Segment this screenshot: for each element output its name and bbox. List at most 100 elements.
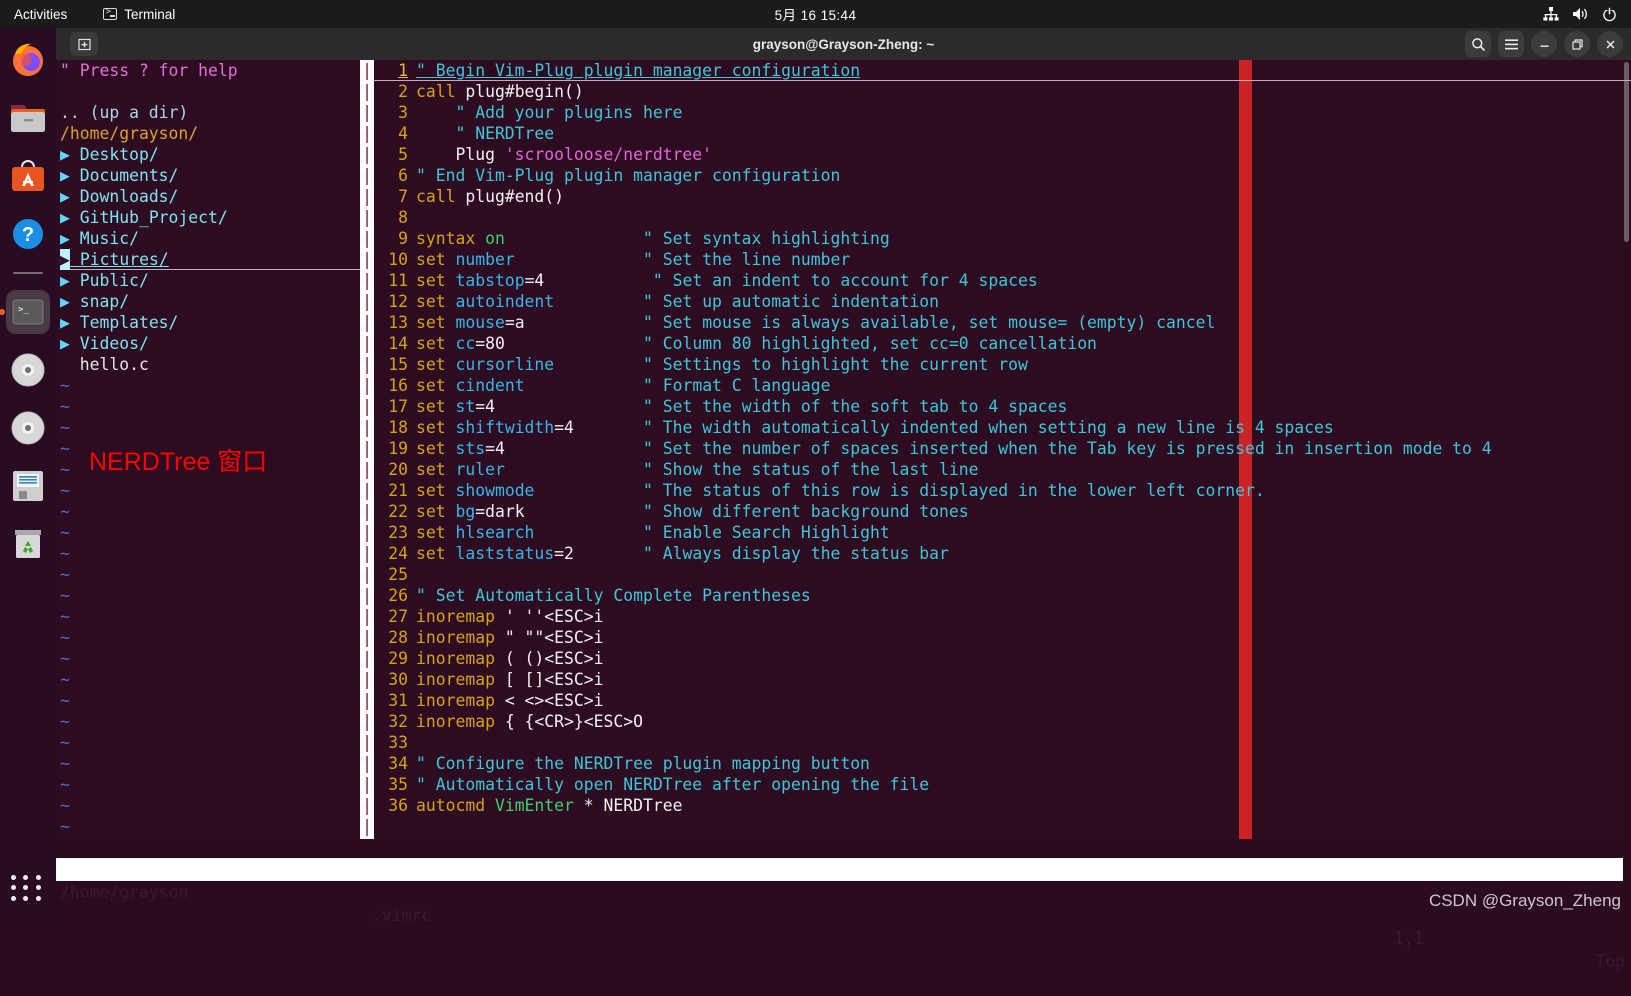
code-line[interactable]: 11 set tabstop=4 " Set an indent to accou… — [374, 270, 1631, 291]
nerdtree-filler-lines: ~ ~ ~ ~ ~ ~ ~ ~ ~ ~ ~ ~ ~ ~ ~ ~ ~ ~ ~ ~ ~ ~ — [60, 375, 360, 837]
clock[interactable]: 5月 16 15:44 — [0, 4, 1631, 24]
code-token: " NERDTree — [416, 124, 555, 143]
nerdtree-root-path[interactable]: /home/grayson/ — [60, 123, 360, 144]
search-button[interactable] — [1465, 31, 1491, 57]
nerdtree-entry[interactable]: ▶ Music/ — [60, 228, 360, 249]
code-line[interactable]: 5 Plug 'scrooloose/nerdtree' — [374, 144, 1631, 165]
code-line[interactable]: 21 set showmode " The status of this row … — [374, 480, 1631, 501]
code-line[interactable]: 15 set cursorline " Settings to highlight… — [374, 354, 1631, 375]
code-line[interactable]: 31 inoremap < <><ESC>i — [374, 690, 1631, 711]
code-line[interactable]: 34 " Configure the NERDTree plugin mappin… — [374, 753, 1631, 774]
dock-item-disc-2[interactable] — [6, 406, 50, 450]
code-line[interactable]: 18 set shiftwidth=4 " The width automatic… — [374, 417, 1631, 438]
code-line[interactable]: 12 set autoindent " Set up automatic inde… — [374, 291, 1631, 312]
nerdtree-entry[interactable]: ▶ Videos/ — [60, 333, 360, 354]
code-line[interactable]: 13 set mouse=a " Set mouse is always avai… — [374, 312, 1631, 333]
code-line[interactable]: 20 set ruler " Show the status of the las… — [374, 459, 1631, 480]
dock-item-disk-image[interactable] — [6, 464, 50, 508]
code-line[interactable]: 17 set st=4 " Set the width of the soft t… — [374, 396, 1631, 417]
system-status-area[interactable] — [1543, 7, 1617, 22]
code-line[interactable]: 8 — [374, 207, 1631, 228]
power-icon[interactable] — [1602, 7, 1617, 22]
code-line[interactable]: 29 inoremap ( ()<ESC>i — [374, 648, 1631, 669]
activities-button[interactable]: Activities — [14, 7, 67, 22]
nerdtree-expand-arrow-icon[interactable]: ▶ — [60, 313, 70, 332]
code-line[interactable]: 33 — [374, 732, 1631, 753]
app-menu-terminal[interactable]: Terminal — [103, 7, 175, 22]
code-line[interactable]: 3 " Add your plugins here — [374, 102, 1631, 123]
code-line[interactable]: 19 set sts=4 " Set the number of spaces i… — [374, 438, 1631, 459]
code-line[interactable]: 28 inoremap " ""<ESC>i — [374, 627, 1631, 648]
menu-button[interactable] — [1498, 31, 1524, 57]
nerdtree-expand-arrow-icon[interactable]: ▶ — [60, 292, 70, 311]
code-line[interactable]: 22 set bg=dark " Show different backgroun… — [374, 501, 1631, 522]
nerdtree-entry[interactable]: ▶ snap/ — [60, 291, 360, 312]
code-line[interactable]: 35 " Automatically open NERDTree after op… — [374, 774, 1631, 795]
split-glyph: | — [362, 481, 372, 500]
dock-item-firefox[interactable] — [6, 38, 50, 82]
line-text: " Configure the NERDTree plugin mapping … — [416, 753, 870, 774]
volume-icon[interactable] — [1572, 7, 1589, 21]
code-line[interactable]: 10 set number " Set the line number — [374, 249, 1631, 270]
code-line[interactable]: 4 " NERDTree — [374, 123, 1631, 144]
nerdtree-expand-arrow-icon[interactable]: ▶ — [60, 229, 70, 248]
code-line[interactable]: 27 inoremap ' ''<ESC>i — [374, 606, 1631, 627]
nerdtree-entry[interactable]: ▶ Templates/ — [60, 312, 360, 333]
watermark: CSDN @Grayson_Zheng — [1428, 891, 1621, 910]
nerdtree-pane[interactable]: " Press ? for help .. (up a dir) /home/g… — [56, 60, 360, 839]
nerdtree-entry-label: Videos/ — [69, 334, 149, 353]
hamburger-menu-icon — [1504, 38, 1518, 49]
split-glyph: | — [362, 376, 372, 395]
nerdtree-entry[interactable]: hello.c — [60, 354, 360, 375]
dock-item-help[interactable]: ? — [6, 212, 50, 256]
close-button[interactable] — [1597, 31, 1623, 57]
nerdtree-entry[interactable]: ▶ Pictures/ — [60, 249, 360, 270]
dock-item-trash[interactable] — [6, 522, 50, 566]
dock-item-ubuntu-software[interactable] — [6, 154, 50, 198]
code-line[interactable]: 6 " End Vim-Plug plugin manager configura… — [374, 165, 1631, 186]
code-line[interactable]: 36 autocmd VimEnter * NERDTree — [374, 795, 1631, 816]
code-line[interactable]: 1 " Begin Vim-Plug plugin manager configu… — [374, 60, 1631, 81]
split-glyph: | — [362, 271, 372, 290]
nerdtree-entry[interactable]: ▶ Public/ — [60, 270, 360, 291]
nerdtree-entry[interactable]: ▶ Downloads/ — [60, 186, 360, 207]
dock-item-files[interactable] — [6, 96, 50, 140]
nerdtree-expand-arrow-icon[interactable]: ▶ — [60, 145, 70, 164]
code-line[interactable]: 32 inoremap { {<CR>}<ESC>O — [374, 711, 1631, 732]
nerdtree-expand-arrow-icon[interactable] — [60, 355, 70, 374]
new-tab-button[interactable] — [70, 32, 98, 56]
minimize-button[interactable] — [1531, 31, 1557, 57]
dock-item-terminal[interactable]: >_ — [0, 290, 50, 334]
nerdtree-expand-arrow-icon[interactable]: ▶ — [60, 166, 70, 185]
code-line[interactable]: 16 set cindent " Format C language — [374, 375, 1631, 396]
code-line[interactable]: 30 inoremap [ []<ESC>i — [374, 669, 1631, 690]
code-line[interactable]: 14 set cc=80 " Column 80 highlighted, set… — [374, 333, 1631, 354]
nerdtree-expand-arrow-icon[interactable]: ▶ — [60, 187, 70, 206]
code-line[interactable]: 25 — [374, 564, 1631, 585]
code-line[interactable]: 24 set laststatus=2 " Always display the … — [374, 543, 1631, 564]
dock-item-disc-1[interactable] — [6, 348, 50, 392]
show-applications-button[interactable] — [11, 875, 45, 903]
code-line[interactable]: 2 call plug#begin() — [374, 81, 1631, 102]
firefox-icon — [13, 43, 43, 76]
nerdtree-entry-label: GitHub_Project/ — [69, 208, 228, 227]
nerdtree-expand-arrow-icon[interactable]: ▶ — [60, 271, 70, 290]
nerdtree-expand-arrow-icon[interactable]: ▶ — [60, 334, 70, 353]
nerdtree-entry[interactable]: ▶ Desktop/ — [60, 144, 360, 165]
maximize-button[interactable] — [1564, 31, 1590, 57]
nerdtree-entry[interactable]: ▶ GitHub_Project/ — [60, 207, 360, 228]
code-line[interactable]: 9 syntax on " Set syntax highlighting — [374, 228, 1631, 249]
editor-pane[interactable]: 1 " Begin Vim-Plug plugin manager configu… — [374, 60, 1631, 839]
code-token: ' ''<ESC>i — [494, 607, 604, 626]
nerdtree-up-dir[interactable]: .. (up a dir) — [60, 102, 360, 123]
split-glyph: | — [362, 670, 372, 689]
network-icon[interactable] — [1543, 7, 1559, 21]
code-line[interactable]: 7 call plug#end() — [374, 186, 1631, 207]
code-line[interactable]: 26 " Set Automatically Complete Parenthes… — [374, 585, 1631, 606]
code-buffer[interactable]: 1 " Begin Vim-Plug plugin manager configu… — [374, 60, 1631, 816]
filler-line: ~ — [60, 754, 70, 773]
nerdtree-expand-arrow-icon[interactable]: ▶ — [60, 208, 70, 227]
code-line[interactable]: 23 set hlsearch " Enable Search Highlight — [374, 522, 1631, 543]
filler-line: ~ — [60, 670, 70, 689]
nerdtree-entry[interactable]: ▶ Documents/ — [60, 165, 360, 186]
